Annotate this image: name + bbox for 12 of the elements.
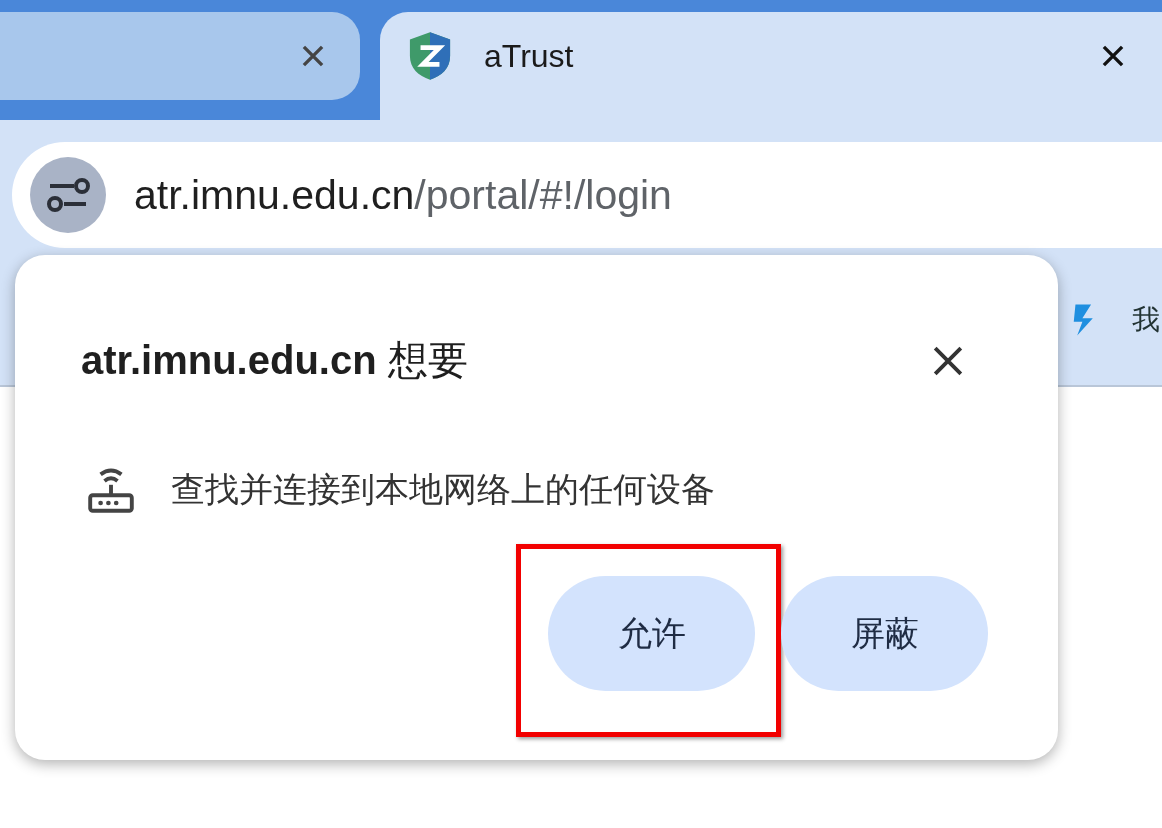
tab-title: aTrust [484,37,575,75]
url-text: atr.imnu.edu.cn/portal/#!/login [134,171,672,219]
permission-text: 查找并连接到本地网络上的任何设备 [171,469,715,510]
close-icon[interactable] [1100,43,1126,69]
bookmark-item[interactable]: 我 [1132,301,1160,339]
dialog-title: atr.imnu.edu.cn 想要 [81,337,468,384]
site-settings-icon[interactable] [30,157,106,233]
allow-button[interactable]: 允许 [548,576,755,691]
address-bar[interactable]: atr.imnu.edu.cn/portal/#!/login [12,142,1162,248]
close-icon[interactable] [932,344,964,377]
browser-tab[interactable]: aTrust [380,12,1162,120]
block-button[interactable]: 屏蔽 [781,576,988,691]
